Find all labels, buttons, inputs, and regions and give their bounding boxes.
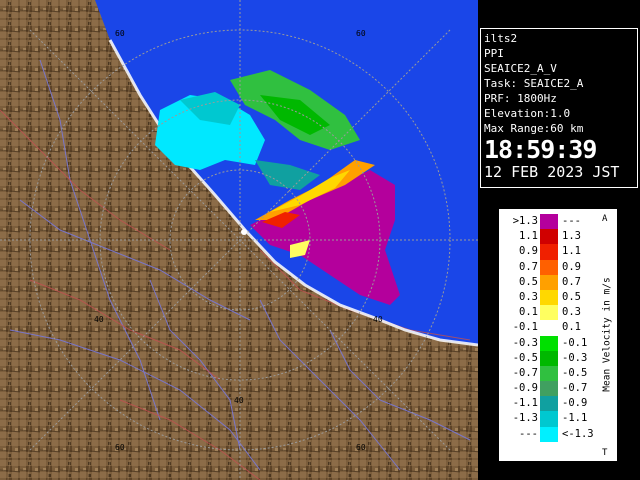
legend-upper-bound: 0.1 <box>562 321 581 334</box>
radar-map: 60 60 40 40 40 60 60 <box>0 0 478 480</box>
legend-swatch <box>540 274 558 290</box>
legend-swatch <box>540 289 558 306</box>
legend-lower-bound: >1.3 <box>512 215 538 227</box>
svg-text:60: 60 <box>115 443 125 452</box>
legend-swatch <box>540 320 558 336</box>
scan-time: 18:59:39 <box>484 135 597 164</box>
legend-lower-bound: --- <box>519 427 538 440</box>
info-panel: ilts2 PPI SEAICE2_A_V Task: SEAICE2_A PR… <box>480 28 638 188</box>
svg-text:40: 40 <box>373 315 383 324</box>
legend-row: 1.1 1.3 <box>502 229 598 245</box>
legend-swatch <box>540 381 558 397</box>
legend-row: -0.5 -0.3 <box>502 350 598 366</box>
velocity-legend: >1.3 --- 1.1 1.3 0.9 1.1 0.7 0.9 0.5 0.7 0.3 0.5 0.1… <box>499 209 617 461</box>
radar-ppi-view[interactable]: 60 60 40 40 40 60 60 <box>0 0 478 480</box>
max-range-value: Max Range:60 km <box>484 122 584 135</box>
legend-row: -1.1 -0.9 <box>502 396 598 412</box>
legend-row: -1.3 -1.1 <box>502 411 598 427</box>
legend-top-mark: A <box>602 214 608 224</box>
legend-swatch <box>540 229 558 245</box>
legend-upper-bound: 1.3 <box>562 230 581 243</box>
legend-upper-bound: -0.1 <box>562 336 588 349</box>
svg-text:40: 40 <box>94 315 104 324</box>
legend-upper-bound: -0.7 <box>562 382 588 395</box>
legend-upper-bound: 0.5 <box>562 290 581 303</box>
legend-upper-bound: 1.1 <box>562 245 581 258</box>
legend-lower-bound: 0.3 <box>519 290 538 303</box>
legend-lower-bound: 0.9 <box>519 245 538 258</box>
legend-swatch <box>540 214 558 230</box>
legend-lower-bound: -0.9 <box>512 382 538 395</box>
legend-upper-bound: -0.3 <box>562 351 588 364</box>
legend-lower-bound: -0.3 <box>512 336 538 349</box>
legend-row: 0.5 0.7 <box>502 274 598 290</box>
elevation-value: Elevation:1.0 <box>484 107 571 120</box>
legend-row: -0.9 -0.7 <box>502 381 598 397</box>
legend-swatch <box>540 396 558 412</box>
svg-text:60: 60 <box>115 29 125 38</box>
legend-row: -0.7 -0.5 <box>502 365 598 382</box>
legend-row: 0.9 1.1 <box>502 244 598 260</box>
legend-upper-bound: <-1.3 <box>562 427 594 440</box>
legend-lower-bound: -0.7 <box>512 366 538 379</box>
legend-upper-bound: 0.7 <box>562 275 581 288</box>
legend-lower-bound: -1.3 <box>512 412 538 425</box>
legend-upper-bound: -0.9 <box>562 397 588 410</box>
radar-site-marker <box>241 229 247 235</box>
legend-swatch <box>540 305 558 321</box>
legend-swatch <box>540 426 558 442</box>
task-name: Task: SEAICE2_A <box>484 77 584 90</box>
legend-bottom-mark: T <box>602 448 608 458</box>
legend-upper-bound: -1.1 <box>562 412 588 425</box>
legend-title: Mean Velocity in m/s <box>601 277 613 392</box>
legend-swatch <box>540 365 558 382</box>
legend-lower-bound: -0.1 <box>512 321 538 334</box>
legend-row: 0.7 0.9 <box>502 259 598 275</box>
product-name: SEAICE2_A_V <box>484 62 557 75</box>
legend-swatch <box>540 335 558 351</box>
legend-swatch <box>540 350 558 366</box>
legend-row: 0.3 0.5 <box>502 289 598 306</box>
svg-text:40: 40 <box>234 396 244 405</box>
legend-rows: >1.3 --- 1.1 1.3 0.9 1.1 0.7 0.9 0.5 0.7 0.3 0.5 0.1… <box>502 214 598 442</box>
legend-lower-bound: -1.1 <box>512 397 538 410</box>
legend-lower-bound: 0.5 <box>519 275 538 288</box>
legend-swatch <box>540 411 558 427</box>
legend-lower-bound: -0.5 <box>512 351 538 364</box>
legend-swatch <box>540 259 558 275</box>
scan-date: 12 FEB 2023 JST <box>484 163 620 181</box>
legend-upper-bound: 0.9 <box>562 260 581 273</box>
legend-row: >1.3 --- <box>502 214 598 230</box>
legend-row: --- <-1.3 <box>502 426 598 442</box>
legend-swatch <box>540 244 558 260</box>
legend-row: 0.1 0.3 <box>502 305 598 321</box>
legend-lower-bound: 0.1 <box>519 306 538 319</box>
legend-axis: A Mean Velocity in m/s T <box>600 214 614 458</box>
legend-lower-bound: 1.1 <box>519 230 538 243</box>
legend-upper-bound: --- <box>562 215 581 227</box>
svg-text:60: 60 <box>356 443 366 452</box>
legend-row: -0.3 -0.1 <box>502 335 598 351</box>
prf-value: PRF: 1800Hz <box>484 92 557 105</box>
scan-mode: PPI <box>484 47 504 60</box>
legend-row: -0.1 0.1 <box>502 320 598 336</box>
radar-name: ilts2 <box>484 32 518 45</box>
legend-upper-bound: 0.3 <box>562 306 581 319</box>
legend-upper-bound: -0.5 <box>562 366 588 379</box>
svg-text:60: 60 <box>356 29 366 38</box>
legend-lower-bound: 0.7 <box>519 260 538 273</box>
